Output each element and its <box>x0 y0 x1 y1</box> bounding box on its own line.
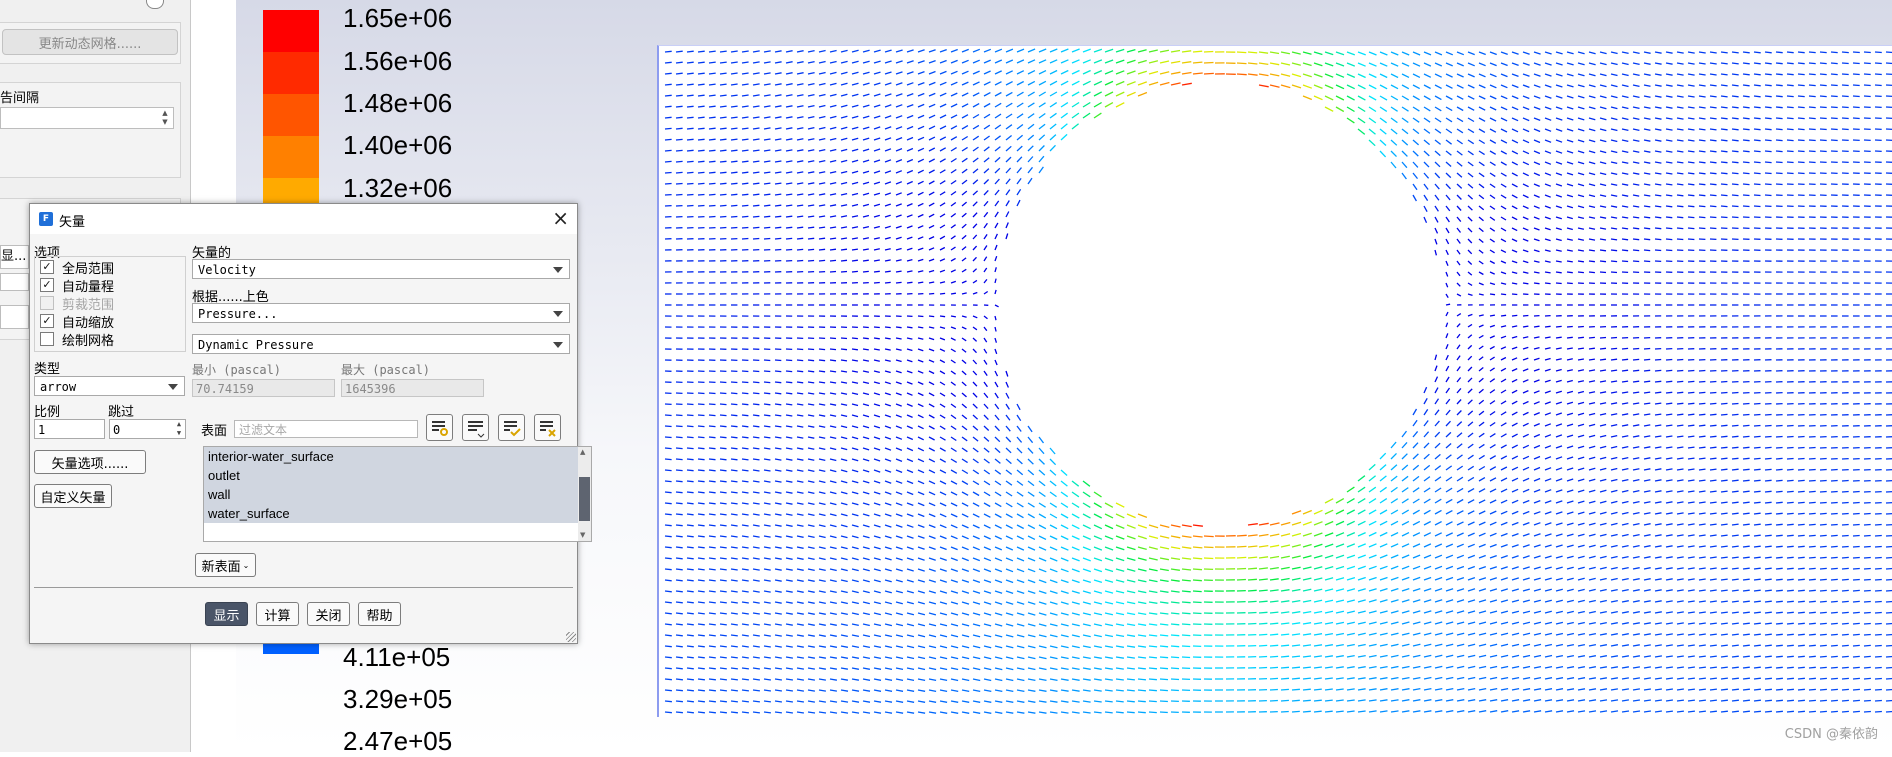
option-auto-scale[interactable]: ✓ 自动缩放 <box>40 312 114 330</box>
scale-input[interactable]: 1 <box>34 419 105 439</box>
checkbox-icon <box>40 296 54 310</box>
color-by-field-dropdown[interactable]: Dynamic Pressure <box>192 334 570 354</box>
list-scrollbar[interactable]: ▲ ▼ <box>578 447 591 541</box>
colorbar-segment <box>263 94 319 136</box>
option-label: 全局范围 <box>62 258 114 277</box>
option-label: 绘制网格 <box>62 330 114 349</box>
option-label: 剪裁范围 <box>62 294 114 313</box>
display-stub-button[interactable]: 显... <box>0 245 29 269</box>
group-list-icon[interactable] <box>462 414 489 441</box>
vectors-of-dropdown[interactable]: Velocity <box>192 259 570 279</box>
deselect-all-icon[interactable] <box>534 414 561 441</box>
vectors-dialog: F 矢量 × 选项 ✓全局范围 ✓自动量程 剪裁范围 ✓自动缩放 绘制网格 矢量… <box>29 203 578 644</box>
scale-label: 比例 <box>34 401 60 420</box>
colorbar-label: 1.56e+06 <box>343 46 452 77</box>
dropdown-value: arrow <box>40 380 76 394</box>
chevron-down-icon <box>168 384 178 390</box>
chevron-down-icon <box>553 342 563 348</box>
dialog-titlebar[interactable]: F 矢量 × <box>30 204 577 234</box>
checkbox-icon[interactable]: ✓ <box>40 314 54 328</box>
report-interval-input[interactable]: ▲▼ <box>0 107 174 129</box>
skip-value: 0 <box>113 423 120 437</box>
spin-arrows-icon[interactable]: ▲▼ <box>174 420 184 438</box>
colorbar-segment <box>263 10 319 52</box>
watermark: CSDN @秦依韵 <box>1785 723 1878 742</box>
colorbar-segment <box>263 136 319 178</box>
option-label: 自动缩放 <box>62 312 114 331</box>
resize-grip-icon[interactable] <box>566 632 576 642</box>
colorbar-label: 1.40e+06 <box>343 130 452 161</box>
type-dropdown[interactable]: arrow <box>34 376 185 396</box>
input-stub[interactable] <box>0 273 29 291</box>
surfaces-label: 表面 <box>201 420 227 439</box>
list-item[interactable]: outlet <box>204 466 578 485</box>
scrollbar-thumb[interactable] <box>579 477 590 521</box>
display-button[interactable]: 显示 <box>205 602 248 626</box>
vector-plot-area[interactable] <box>657 45 1892 717</box>
list-item[interactable]: interior-water_surface <box>204 447 578 466</box>
surfaces-list[interactable]: interior-water_surface outlet wall water… <box>203 446 592 542</box>
dialog-title: 矢量 <box>59 211 85 230</box>
input-stub[interactable] <box>0 305 29 329</box>
min-label: 最小 (pascal) <box>192 361 281 378</box>
fluent-app-icon: F <box>39 212 53 226</box>
new-surface-button[interactable]: 新表面 ⌄ <box>195 553 256 577</box>
scroll-up-icon[interactable]: ▲ <box>580 448 585 456</box>
max-value-field: 1645396 <box>341 379 484 397</box>
colorbar-label: 2.47e+05 <box>343 726 452 757</box>
option-clip-range: 剪裁范围 <box>40 294 114 312</box>
dropdown-value: Dynamic Pressure <box>198 338 314 352</box>
button-label: 新表面 <box>202 556 241 575</box>
report-interval-label: 告间隔 <box>0 87 39 106</box>
max-label: 最大 (pascal) <box>341 361 430 378</box>
compute-button[interactable]: 计算 <box>256 602 299 626</box>
checkbox-icon[interactable] <box>40 332 54 346</box>
min-value-field: 70.74159 <box>192 379 335 397</box>
skip-input[interactable]: 0 ▲▼ <box>109 419 186 439</box>
dropdown-value: Velocity <box>198 263 256 277</box>
select-new-surface-icon[interactable] <box>426 414 453 441</box>
report-interval-group: 告间隔 ▲▼ <box>0 82 181 178</box>
colorbar-label: 4.11e+05 <box>343 642 450 673</box>
list-item[interactable]: water_surface <box>204 504 578 523</box>
type-label: 类型 <box>34 358 60 377</box>
scroll-down-icon[interactable]: ▼ <box>580 531 585 539</box>
skip-label: 跳过 <box>108 401 134 420</box>
help-button[interactable]: 帮助 <box>358 602 401 626</box>
close-icon[interactable]: × <box>552 207 569 229</box>
vector-field <box>659 46 1892 717</box>
vector-options-button[interactable]: 矢量选项...... <box>34 450 146 474</box>
colorbar-segment <box>263 52 319 94</box>
option-global-range[interactable]: ✓ 全局范围 <box>40 258 114 276</box>
checkbox-icon[interactable]: ✓ <box>40 260 54 274</box>
chevron-down-icon <box>553 267 563 273</box>
spin-arrows-icon[interactable]: ▲▼ <box>159 109 171 127</box>
colorbar-label: 1.32e+06 <box>343 173 452 204</box>
color-by-dropdown[interactable]: Pressure... <box>192 303 570 323</box>
chevron-down-icon: ⌄ <box>243 561 250 570</box>
close-button[interactable]: 关闭 <box>307 602 350 626</box>
dynamic-mesh-group: 更新动态网格...... <box>0 22 181 64</box>
option-label: 自动量程 <box>62 276 114 295</box>
colorbar-label: 3.29e+05 <box>343 684 452 715</box>
select-all-icon[interactable] <box>498 414 525 441</box>
dropdown-value: Pressure... <box>198 307 277 321</box>
colorbar-label: 1.48e+06 <box>343 88 452 119</box>
chevron-down-icon <box>553 311 563 317</box>
option-auto-range[interactable]: ✓ 自动量程 <box>40 276 114 294</box>
colorbar-label: 1.65e+06 <box>343 3 452 34</box>
checkbox-icon[interactable]: ✓ <box>40 278 54 292</box>
option-draw-mesh[interactable]: 绘制网格 <box>40 330 114 348</box>
update-dynamic-mesh-button[interactable]: 更新动态网格...... <box>2 29 178 55</box>
list-item[interactable]: wall <box>204 485 578 504</box>
custom-vectors-button[interactable]: 自定义矢量 <box>34 484 112 508</box>
filter-text-input[interactable]: 过滤文本 <box>234 420 418 438</box>
divider <box>34 587 573 588</box>
collapse-icon[interactable] <box>146 0 164 9</box>
